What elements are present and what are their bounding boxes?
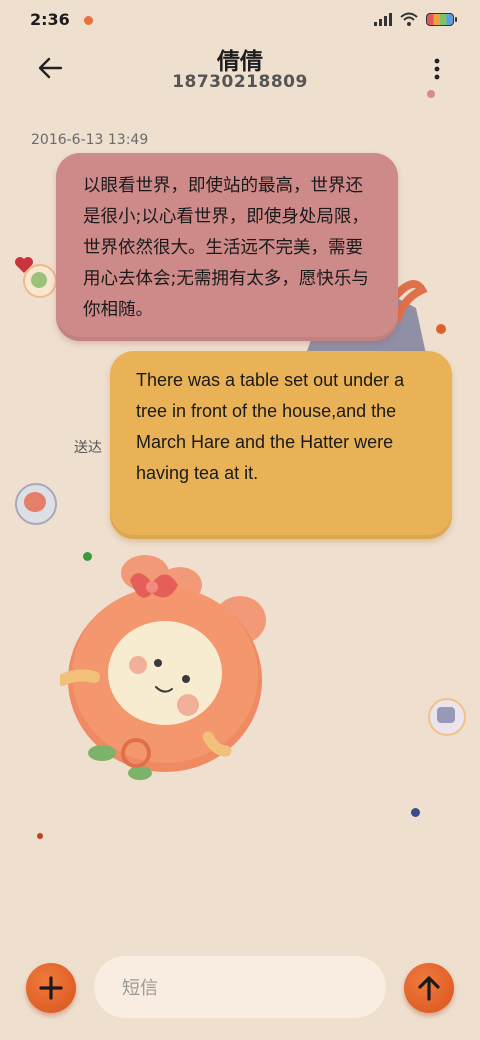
contact-name: 倩倩 <box>217 49 263 75</box>
decor-dot <box>436 324 446 334</box>
sent-message-bubble[interactable]: There was a table set out under a tree i… <box>110 351 452 539</box>
message-input-placeholder: 短信 <box>122 978 158 999</box>
decor-dot <box>427 90 435 98</box>
battery-icon <box>426 12 457 26</box>
message-input[interactable]: 短信 <box>94 956 386 1018</box>
conversation-header: 倩倩 18730218809 <box>0 40 480 100</box>
badge-sticker-inner <box>437 707 455 723</box>
composer-bar: 短信 <box>0 950 480 1030</box>
message-text: There was a table set out under a tree i… <box>136 370 405 483</box>
signal-icon <box>374 12 392 26</box>
wifi-icon <box>400 12 418 26</box>
delivery-status: 送达 <box>74 440 102 456</box>
contact-number: 18730218809 <box>172 72 308 92</box>
status-time: 2:36 <box>30 10 70 29</box>
message-timestamp: 2016-6-13 13:49 <box>31 132 149 148</box>
status-icons <box>374 12 457 26</box>
mascot-illustration <box>60 555 266 780</box>
message-text: 以眼看世界，即使站的最高，世界还是很小;以心看世界，即使身处局限，世界依然很大。… <box>83 176 369 320</box>
add-attachment-button[interactable] <box>26 963 76 1013</box>
send-arrow-icon <box>418 976 440 1001</box>
decor-dot <box>411 808 420 817</box>
status-bar: 2:36 <box>0 0 480 40</box>
notification-dot <box>84 16 93 25</box>
more-vertical-icon[interactable] <box>434 58 440 80</box>
badge-sticker-inner <box>24 492 46 512</box>
send-button[interactable] <box>404 963 454 1013</box>
decor-dot <box>37 833 43 839</box>
add-icon <box>39 976 63 1000</box>
received-message-bubble[interactable]: 以眼看世界，即使站的最高，世界还是很小;以心看世界，即使身处局限，世界依然很大。… <box>56 153 398 341</box>
badge-sticker-inner <box>31 272 47 288</box>
